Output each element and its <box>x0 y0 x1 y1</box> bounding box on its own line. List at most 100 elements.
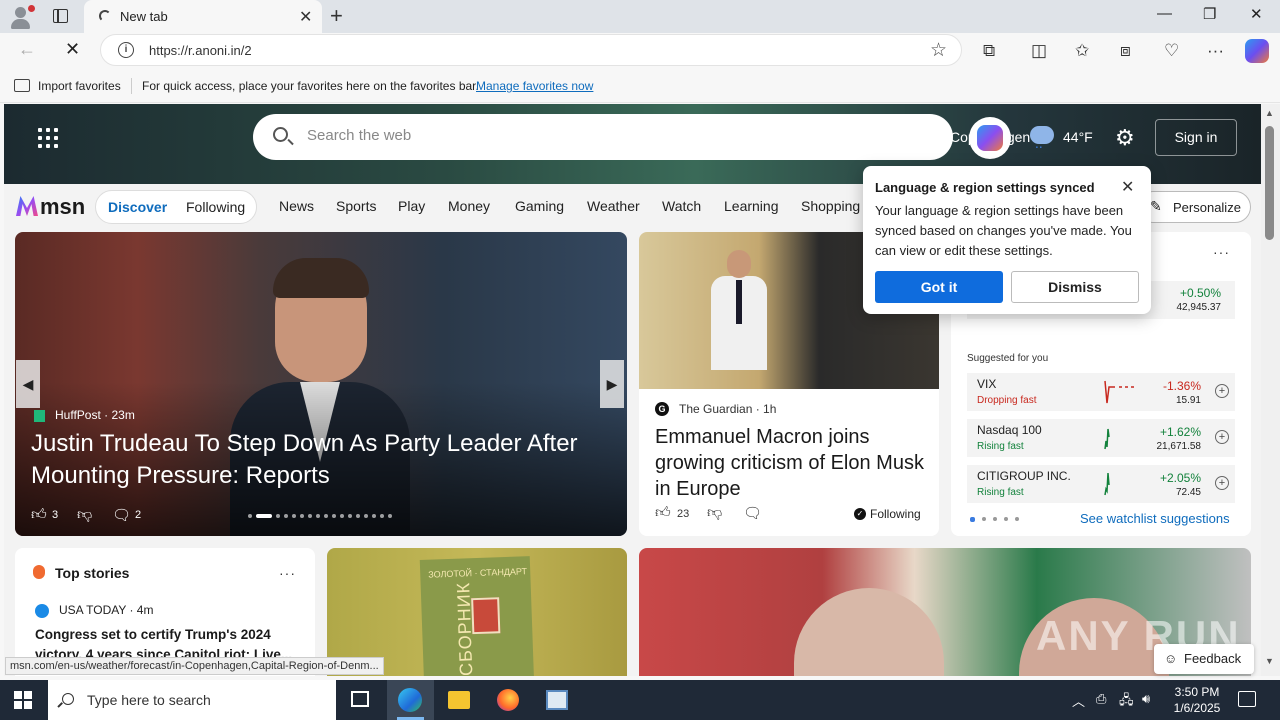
settings-synced-popup: Language & region settings synced ✕ Your… <box>863 166 1151 314</box>
stock-row-citigroup[interactable]: CITIGROUP INC. Rising fast +2.05% 72.45 … <box>967 465 1235 503</box>
notifications-icon[interactable] <box>1238 691 1256 707</box>
comment-off-icon[interactable]: 🗨︎ <box>743 504 762 522</box>
app-launcher-icon[interactable] <box>38 128 58 148</box>
story-headline[interactable]: Emmanuel Macron joins growing criticism … <box>655 424 925 502</box>
stop-icon[interactable]: ✕ <box>65 39 80 60</box>
dislike-icon[interactable]: 👎︎ <box>707 504 722 522</box>
story-source[interactable]: HuffPost · 23m <box>55 408 135 422</box>
nav-play[interactable]: Play <box>398 198 425 214</box>
tab-discover[interactable]: Discover <box>108 199 167 215</box>
web-search-box[interactable] <box>253 114 953 160</box>
following-button[interactable]: Following <box>870 507 921 521</box>
hero-story-card[interactable]: ◀ ▶ HuffPost · 23m Justin Trudeau To Ste… <box>15 232 627 536</box>
loading-icon <box>99 10 111 22</box>
tab-close-icon[interactable]: ✕ <box>299 7 312 27</box>
close-window-icon[interactable]: ✕ <box>1250 5 1263 23</box>
favorites-icon[interactable]: ✩ <box>1075 41 1089 61</box>
personalize-button[interactable]: ✎ Personalize <box>1137 191 1251 223</box>
nav-learning[interactable]: Learning <box>724 198 779 214</box>
restore-icon[interactable]: ❐ <box>1203 5 1216 23</box>
system-clock[interactable]: 3:50 PM 1/6/2025 <box>1168 684 1226 716</box>
device-icon[interactable]: ⎙ <box>1096 691 1106 707</box>
manage-favorites-link[interactable]: Manage favorites now <box>476 79 593 93</box>
file-explorer-button[interactable] <box>436 680 483 720</box>
book-caption: ЗОЛОТОЙ · СТАНДАРТ <box>428 566 528 580</box>
more-options-icon[interactable]: ··· <box>1207 41 1224 61</box>
stock-row-nasdaq[interactable]: Nasdaq 100 Rising fast +1.62% 21,671.58 … <box>967 419 1235 457</box>
more-options-icon[interactable]: ··· <box>1213 244 1230 260</box>
comment-icon[interactable]: 🗨︎ <box>112 506 131 524</box>
settings-gear-icon[interactable]: ⚙ <box>1115 125 1135 151</box>
network-icon[interactable]: 🖧︎ <box>1119 691 1134 713</box>
carousel-next-icon[interactable]: ▶ <box>600 360 624 408</box>
dismiss-button[interactable]: Dismiss <box>1011 271 1139 303</box>
volume-icon[interactable]: 🔊︎ <box>1142 691 1150 707</box>
like-icon[interactable]: 👍︎ <box>31 506 47 524</box>
profile-icon[interactable] <box>8 4 35 30</box>
see-watchlist-suggestions-link[interactable]: See watchlist suggestions <box>1080 511 1230 526</box>
tab-actions-icon[interactable] <box>53 9 68 23</box>
scroll-thumb[interactable] <box>1265 126 1274 240</box>
import-favorites-button[interactable]: Import favorites <box>38 79 121 93</box>
clock-date: 1/6/2025 <box>1173 701 1221 715</box>
got-it-button[interactable]: Got it <box>875 271 1003 303</box>
popup-close-icon[interactable]: ✕ <box>1121 177 1134 197</box>
stock-row-vix[interactable]: VIX Dropping fast -1.36% 15.91 + <box>967 373 1235 411</box>
carousel-dots[interactable] <box>248 514 392 518</box>
show-hidden-icons-icon[interactable]: ︿ <box>1072 691 1085 710</box>
add-to-watchlist-icon[interactable]: + <box>1215 476 1229 490</box>
task-view-button[interactable] <box>336 680 383 720</box>
search-input[interactable] <box>307 127 907 144</box>
carousel-prev-icon[interactable]: ◀ <box>16 360 40 408</box>
favorites-hint: For quick access, place your favorites h… <box>142 79 479 93</box>
dislike-icon[interactable]: 👎︎ <box>77 506 92 524</box>
tab-following[interactable]: Following <box>186 199 245 215</box>
site-info-icon[interactable]: i <box>118 42 134 58</box>
firefox-button[interactable] <box>485 680 532 720</box>
scroll-down-icon[interactable]: ▼ <box>1265 656 1274 666</box>
nav-gaming[interactable]: Gaming <box>515 198 564 214</box>
add-to-watchlist-icon[interactable]: + <box>1215 430 1229 444</box>
url-text: https://r.anoni.in/2 <box>149 43 252 58</box>
add-to-watchlist-icon[interactable]: + <box>1215 384 1229 398</box>
browser-essentials-icon[interactable]: ♡ <box>1164 41 1179 61</box>
minimize-icon[interactable]: — <box>1157 5 1172 22</box>
story-headline[interactable]: Justin Trudeau To Step Down As Party Lea… <box>31 428 611 492</box>
copilot-badge-icon[interactable] <box>969 117 1011 159</box>
nav-watch[interactable]: Watch <box>662 198 701 214</box>
watchlist-pager[interactable] <box>970 517 1019 522</box>
url-field[interactable]: i https://r.anoni.in/2 ☆ <box>100 34 962 66</box>
nav-shopping[interactable]: Shopping <box>801 198 860 214</box>
extensions-icon[interactable]: ⧉ <box>983 41 995 61</box>
windows-start-icon[interactable] <box>14 691 32 709</box>
popup-body: Your language & region settings have bee… <box>875 203 1132 258</box>
nav-weather[interactable]: Weather <box>587 198 640 214</box>
copilot-icon[interactable] <box>1245 39 1269 63</box>
msn-logo[interactable]: msn <box>16 194 85 220</box>
like-icon[interactable]: 👍︎ <box>655 504 671 522</box>
nav-money[interactable]: Money <box>448 198 490 214</box>
pencil-icon: ✎ <box>1150 198 1162 214</box>
vertical-scrollbar[interactable]: ▲ ▼ <box>1261 104 1280 676</box>
story-source[interactable]: USA TODAY · 4m <box>59 603 153 617</box>
new-tab-button[interactable]: + <box>330 3 343 29</box>
collections-icon[interactable]: ⧈ <box>1120 41 1131 61</box>
msn-logo-text: msn <box>40 194 86 219</box>
scroll-up-icon[interactable]: ▲ <box>1265 108 1274 118</box>
feedback-button[interactable]: ☺ Feedback <box>1154 644 1254 674</box>
weather-temperature[interactable]: 44°F <box>1063 129 1093 145</box>
sign-in-button[interactable]: Sign in <box>1155 119 1237 156</box>
nav-sports[interactable]: Sports <box>336 198 376 214</box>
tab-new-tab[interactable]: New tab ✕ <box>84 0 322 33</box>
edge-taskbar-button[interactable] <box>387 680 434 720</box>
taskbar-search[interactable]: Type here to search <box>48 680 336 720</box>
nav-news[interactable]: News <box>279 198 314 214</box>
favorite-star-icon[interactable]: ☆ <box>930 39 947 62</box>
app-button[interactable] <box>534 680 581 720</box>
back-icon[interactable]: ← <box>18 39 36 60</box>
story-source[interactable]: The Guardian · 1h <box>679 402 776 416</box>
rain-cloud-icon[interactable] <box>1030 126 1054 154</box>
split-screen-icon[interactable]: ◫ <box>1031 41 1047 61</box>
more-options-icon[interactable]: ··· <box>279 565 296 581</box>
sparkline <box>1104 380 1137 404</box>
